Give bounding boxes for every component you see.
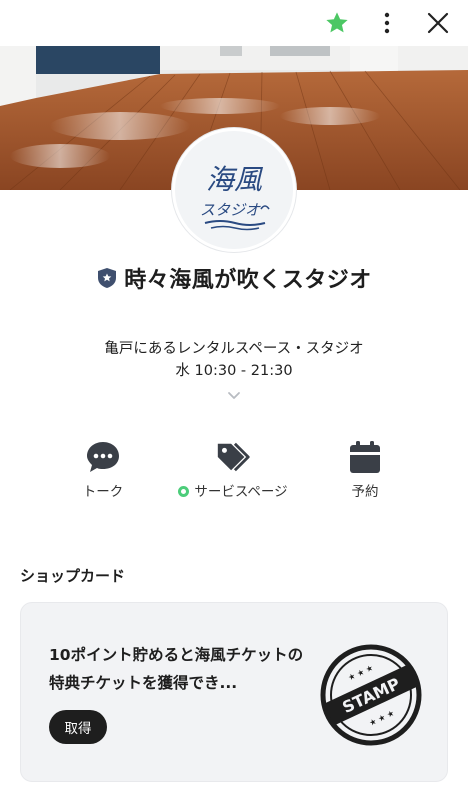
section-title-shopcard: ショップカード [20, 567, 126, 585]
page-title: 時々海風が吹くスタジオ [124, 268, 372, 293]
profile-description: 亀戸にあるレンタルスペース・スタジオ 水 10:30 - 21:30 [0, 338, 468, 382]
business-hours: 水 10:30 - 21:30 [175, 363, 293, 379]
svg-text:★ ★ ★: ★ ★ ★ [347, 663, 375, 682]
profile-avatar: 海風 スタジオ [172, 128, 296, 252]
more-vertical-icon[interactable] [370, 6, 404, 40]
reserve-button[interactable]: 予約 [295, 436, 435, 506]
action-bar: トーク サービスページ 予約 [0, 436, 468, 506]
close-icon[interactable] [421, 6, 455, 40]
top-bar [0, 0, 468, 46]
chat-bubble-icon [84, 438, 122, 476]
talk-button[interactable]: トーク [33, 436, 173, 506]
stamp-icon: STAMP ★ ★ ★ ★ ★ ★ [319, 643, 423, 747]
talk-label: トーク [82, 484, 124, 500]
service-page-label: サービスページ [163, 480, 303, 500]
reserve-label: 予約 [351, 484, 379, 500]
star-icon[interactable] [320, 6, 354, 40]
get-card-button[interactable]: 取得 [49, 710, 107, 744]
svg-text:★ ★ ★: ★ ★ ★ [368, 708, 396, 727]
certified-shield-icon [96, 266, 118, 290]
svg-text:スタジオ: スタジオ [200, 201, 261, 219]
tags-icon [214, 438, 252, 476]
profile-title-row: 時々海風が吹くスタジオ [0, 262, 468, 294]
studio-logo: 海風 スタジオ [200, 163, 270, 231]
service-page-button[interactable]: サービスページ [163, 436, 303, 506]
status-dot-icon [178, 486, 190, 497]
chevron-down-icon[interactable] [224, 388, 244, 404]
shop-card-text: 10ポイント貯めると海風チケットの特典チケットを獲得でき... [49, 646, 304, 692]
shop-card[interactable]: 10ポイント貯めると海風チケットの特典チケットを獲得でき... 取得 STAMP… [20, 602, 448, 782]
svg-text:海風: 海風 [206, 163, 264, 196]
calendar-icon [346, 438, 384, 476]
description-text: 亀戸にあるレンタルスペース・スタジオ [104, 341, 364, 357]
